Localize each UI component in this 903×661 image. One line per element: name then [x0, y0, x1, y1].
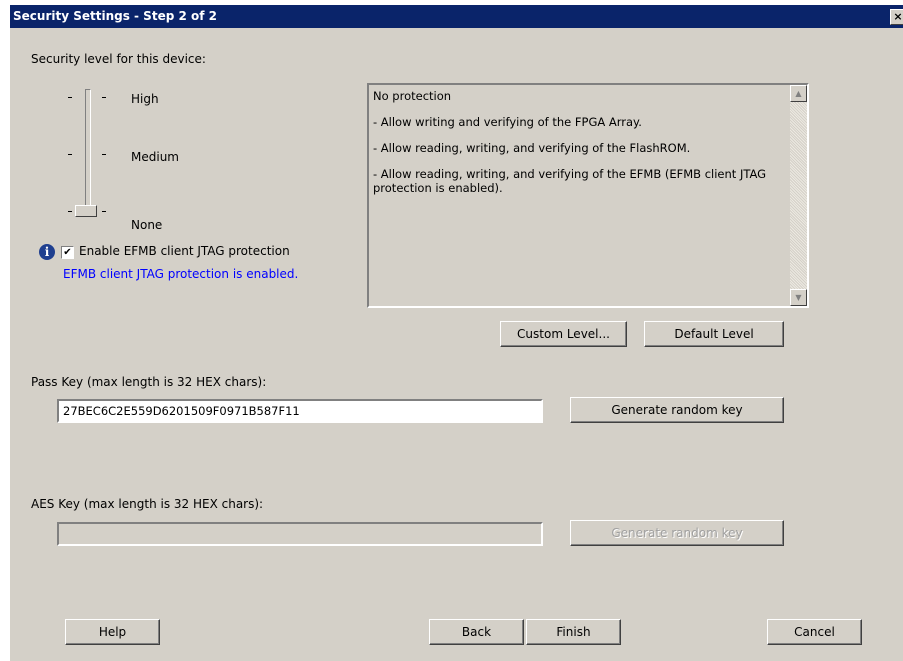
jtag-protection-label[interactable]: Enable EFMB client JTAG protection	[79, 244, 290, 258]
description-line: No protection	[373, 89, 452, 103]
title-bar[interactable]: Security Settings - Step 2 of 2 ×	[10, 5, 903, 28]
default-level-button[interactable]: Default Level	[644, 321, 784, 347]
jtag-status-text: EFMB client JTAG protection is enabled.	[63, 267, 299, 281]
level-label-none: None	[131, 218, 163, 232]
slider-tick-high-right	[102, 97, 106, 98]
close-icon: ×	[893, 10, 903, 23]
close-button[interactable]: ×	[890, 9, 903, 25]
slider-tick-none-right	[102, 211, 106, 212]
level-label-medium: Medium	[131, 150, 179, 164]
slider-tick-medium-left	[68, 154, 72, 155]
generate-pass-key-button[interactable]: Generate random key	[570, 397, 784, 423]
slider-tick-none-left	[68, 211, 72, 212]
slider-thumb[interactable]	[75, 205, 97, 217]
security-level-label: Security level for this device:	[31, 52, 206, 66]
description-scrollbar[interactable]: ▲ ▼	[790, 85, 807, 306]
custom-level-button[interactable]: Custom Level...	[500, 321, 627, 347]
level-label-high: High	[131, 92, 159, 106]
description-line: - Allow reading, writing, and verifying …	[373, 141, 691, 155]
aes-key-label: AES Key (max length is 32 HEX chars):	[31, 497, 264, 511]
jtag-protection-checkbox[interactable]: ✔	[61, 246, 74, 259]
aes-key-input	[57, 522, 543, 546]
help-button[interactable]: Help	[65, 619, 160, 645]
level-description-box[interactable]: No protection - Allow writing and verify…	[367, 83, 809, 308]
back-button[interactable]: Back	[429, 619, 524, 645]
description-text: No protection - Allow writing and verify…	[373, 89, 773, 207]
slider-track	[85, 89, 91, 217]
window-title: Security Settings - Step 2 of 2	[13, 9, 217, 23]
description-line: - Allow reading, writing, and verifying …	[373, 167, 767, 195]
generate-aes-key-button: Generate random key	[570, 520, 784, 546]
scroll-up-icon[interactable]: ▲	[790, 85, 807, 102]
pass-key-label: Pass Key (max length is 32 HEX chars):	[31, 375, 267, 389]
info-icon: i	[39, 244, 55, 260]
pass-key-input[interactable]	[57, 399, 543, 423]
scroll-down-icon[interactable]: ▼	[790, 289, 807, 306]
finish-button[interactable]: Finish	[526, 619, 621, 645]
cancel-button[interactable]: Cancel	[767, 619, 862, 645]
security-settings-dialog: Security Settings - Step 2 of 2 × Securi…	[10, 5, 903, 661]
slider-tick-medium-right	[102, 154, 106, 155]
slider-tick-high-left	[68, 97, 72, 98]
description-line: - Allow writing and verifying of the FPG…	[373, 115, 642, 129]
